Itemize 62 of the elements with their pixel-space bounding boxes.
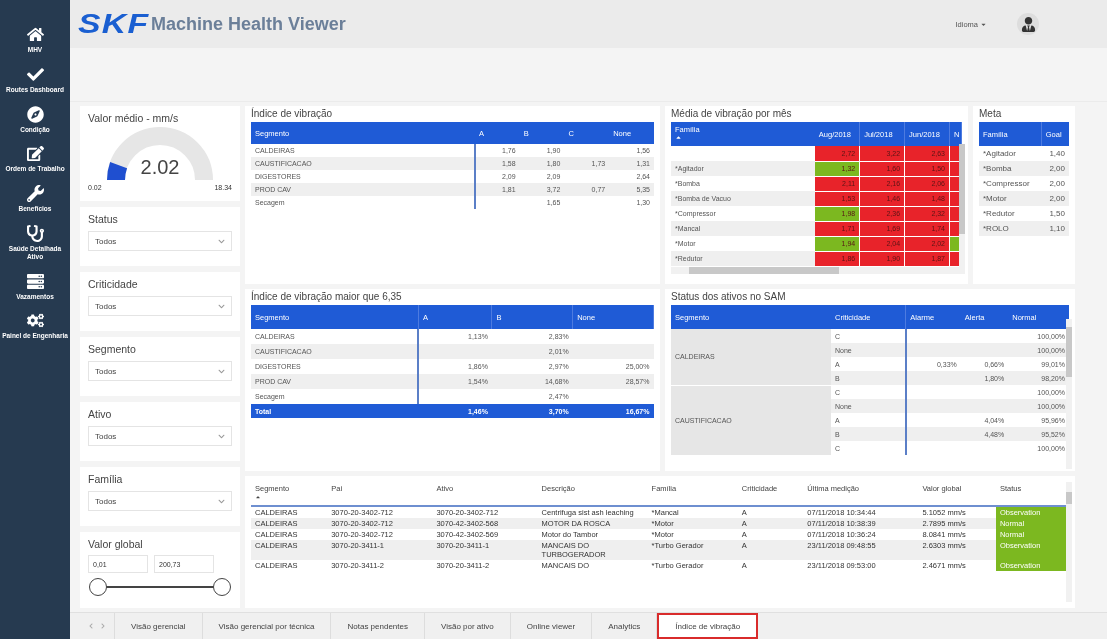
panel-title: Índice de vibração maior que 6,35: [251, 291, 403, 302]
gauge-value: 2.02: [140, 156, 180, 178]
stethoscope-icon: [26, 225, 44, 242]
table-cell: *Bomba: [979, 161, 1042, 176]
gears-icon: [26, 312, 44, 330]
sort-icon: [255, 494, 261, 500]
page-tab[interactable]: Índice de vibração: [657, 613, 759, 639]
panel-title: Meta: [979, 108, 1003, 119]
chevron-left-icon[interactable]: [88, 623, 94, 629]
chevron-icon: [218, 497, 225, 505]
scrollbar[interactable]: [1066, 482, 1072, 602]
panel-title: Status dos ativos no SAM: [671, 291, 787, 302]
edit-icon: [26, 145, 44, 163]
page-tab[interactable]: Visão por ativo: [425, 613, 511, 639]
chevron-right-icon[interactable]: [100, 623, 106, 629]
table-cell: 2,00: [1041, 161, 1069, 176]
scrollbar[interactable]: [671, 266, 961, 274]
scrollbar[interactable]: [1066, 319, 1072, 469]
page-tab[interactable]: Online viewer: [510, 613, 593, 639]
filter-label: Família: [88, 473, 124, 486]
table-cell: *ROLO: [979, 221, 1042, 236]
chevron-icon: [218, 432, 225, 440]
table-cell: *Compressor: [979, 176, 1042, 191]
table-cell: *Agitador: [979, 146, 1042, 161]
panel-title: Média de vibração por mês: [671, 108, 793, 119]
scrollbar[interactable]: [959, 144, 965, 274]
page-tab[interactable]: Visão gerencial: [115, 613, 203, 639]
table-cell: 1,40: [1041, 146, 1069, 161]
wrench-icon: [26, 185, 44, 203]
table-cell: *Redutor: [979, 206, 1042, 221]
chevron-icon: [218, 367, 225, 375]
slider-thumb[interactable]: [213, 578, 231, 597]
dropdown[interactable]: Todos: [88, 231, 232, 251]
table-cell: 2,00: [1041, 191, 1069, 206]
filter-label: Ativo: [88, 408, 113, 421]
slider-thumb[interactable]: [89, 578, 107, 597]
app-title: Machine Health Viewer: [151, 13, 347, 35]
table-cell: 1,50: [1041, 206, 1069, 221]
user-avatar[interactable]: [1017, 13, 1039, 35]
chevron-icon: [218, 237, 225, 245]
filter-label: Status: [88, 213, 119, 225]
chevron-icon: [218, 302, 225, 310]
table-cell: 1,10: [1041, 221, 1069, 236]
table-cell: *Motor: [979, 191, 1042, 206]
dropdown[interactable]: Todos: [88, 491, 232, 512]
sort-icon: [675, 134, 682, 141]
page-tab[interactable]: Visão gerencial por técnica: [202, 613, 332, 639]
table-cell: 2,00: [1041, 176, 1069, 191]
check-icon: [26, 65, 44, 83]
dropdown[interactable]: Todos: [88, 426, 232, 447]
filter-label: Criticidade: [88, 278, 139, 291]
filter-label: Valor global: [88, 538, 144, 551]
stack-icon: [26, 272, 44, 290]
panel-title: Índice de vibração: [251, 108, 334, 119]
dropdown[interactable]: Todos: [88, 296, 232, 317]
card-title: Valor médio - mm/s: [88, 112, 180, 124]
home-icon: [26, 26, 44, 43]
filter-label: Segmento: [88, 343, 137, 356]
dropdown[interactable]: Todos: [88, 361, 232, 382]
page-tab[interactable]: Notas pendentes: [331, 613, 425, 639]
logo: SKF: [78, 8, 150, 40]
compass-icon: [26, 105, 44, 123]
